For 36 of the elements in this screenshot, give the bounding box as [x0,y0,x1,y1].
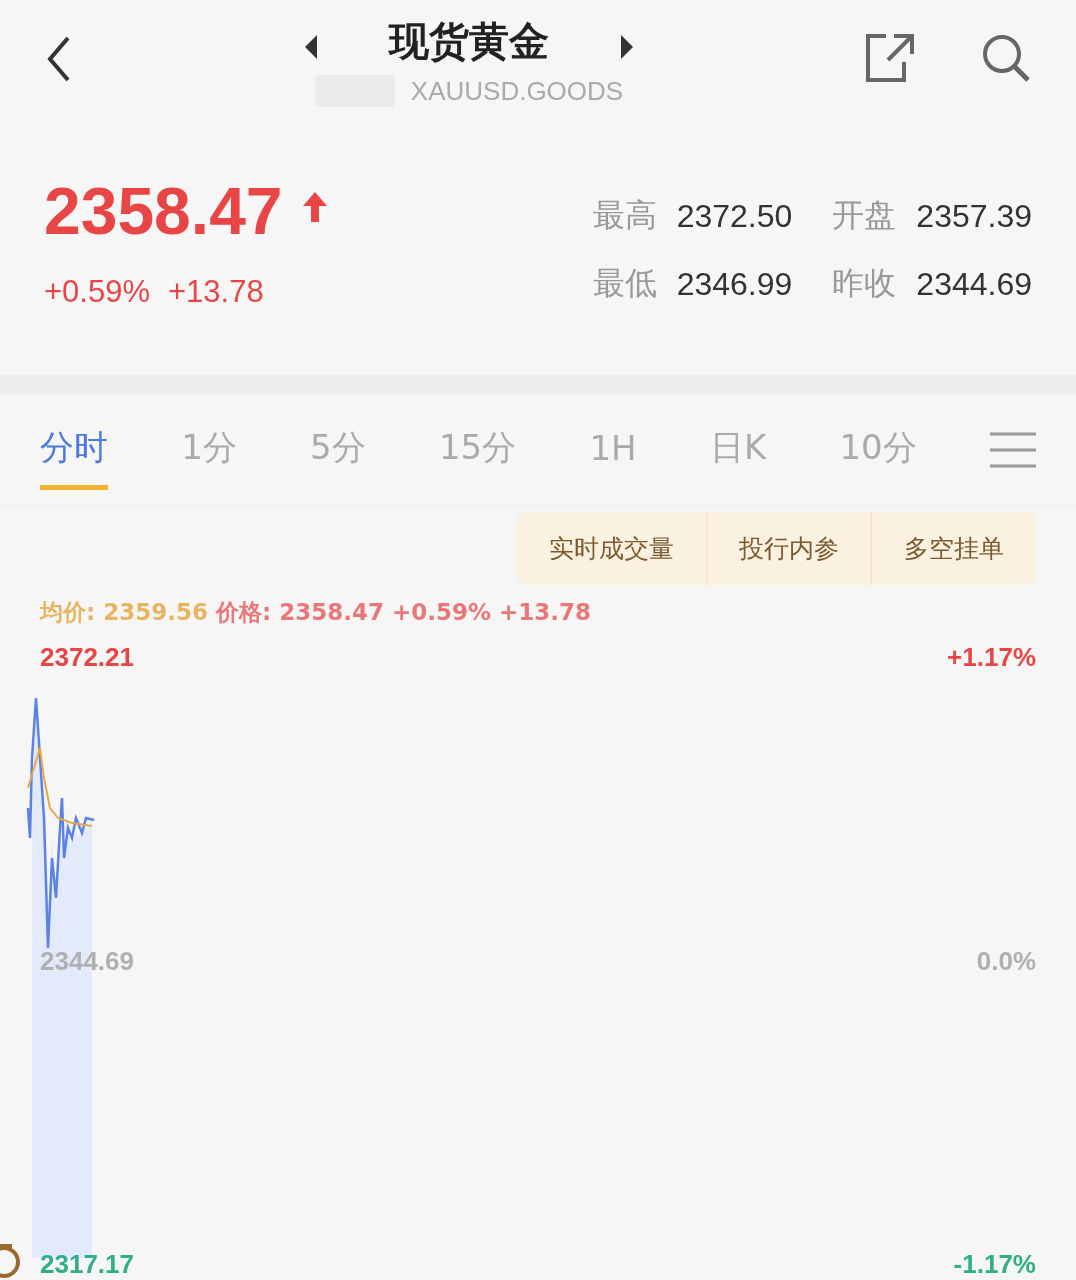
previous-icon[interactable] [305,34,317,59]
stat-label: 开盘 [832,195,897,236]
stat-label: 昨收 [832,263,897,304]
axis-price-label: 2344.69 [40,945,134,977]
symbol-code: XAUUSD.GOODS [410,75,624,107]
page-title: 现货黄金 [389,17,549,66]
price-readout: 价格: 2358.47 +0.59% +13.78 [215,598,592,627]
share-icon[interactable] [864,32,916,84]
period-tab[interactable]: 1分 [181,410,237,490]
stat-value: 2344.69 [916,265,1032,303]
period-tab[interactable]: 15分 [439,410,517,490]
stat-value: 2357.39 [916,197,1032,235]
period-tab[interactable]: 5分 [310,410,366,490]
next-icon[interactable] [621,34,633,59]
stat-label: 最高 [592,195,657,236]
period-tab[interactable]: 日K [709,410,767,490]
search-icon[interactable] [980,32,1032,84]
change-amount: +13.78 [168,274,264,310]
menu-icon[interactable] [989,432,1036,468]
axis-percent-label: +1.17% [947,642,1036,673]
period-tab[interactable]: 分时 [40,410,108,490]
stat-value: 2346.99 [676,265,793,303]
stat-label: 最低 [592,263,657,304]
axis-percent-label: 0.0% [976,945,1036,977]
stat-value: 2372.50 [676,197,793,235]
chip-button[interactable]: 投行内参 [706,512,871,585]
current-price: 2358.47 [44,178,283,244]
chip-button[interactable]: 实时成交量 [517,512,706,585]
average-price: 均价: 2359.56 [40,598,208,627]
chip-button[interactable]: 多空挂单 [871,512,1036,585]
axis-price-label: 2317.17 [40,1249,134,1280]
axis-price-label: 2372.21 [40,642,134,673]
period-tab[interactable]: 10分 [839,410,917,490]
axis-percent-label: -1.17% [953,1249,1036,1280]
period-tab[interactable]: 1H [589,413,637,487]
change-percent: +0.59% [44,274,150,310]
